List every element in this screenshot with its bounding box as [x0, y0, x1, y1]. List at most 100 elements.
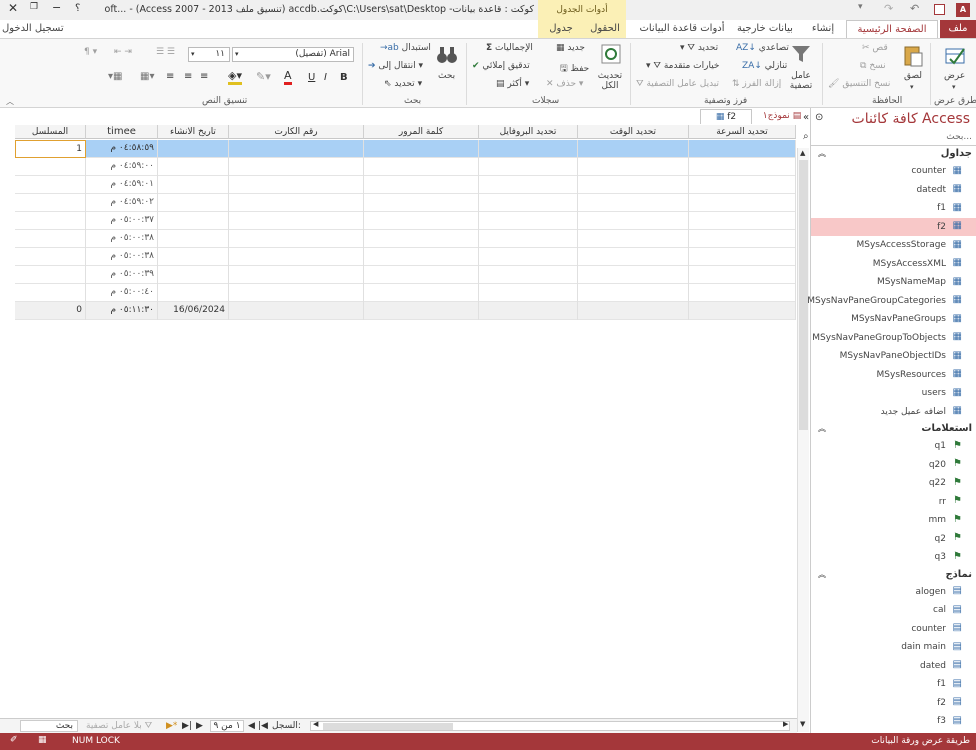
nav-item[interactable]: counter ▤ [911, 620, 962, 638]
cell-empty[interactable] [578, 302, 689, 320]
cell-date[interactable] [158, 248, 229, 266]
scroll-up-icon[interactable]: ▲ [800, 149, 805, 157]
cell-empty[interactable] [578, 140, 689, 158]
table-row[interactable]: ٠٥:٠٠:٣٧ م [0, 212, 796, 230]
italic-button[interactable]: I [324, 72, 327, 83]
cell-timee[interactable]: ٠٥:٠٠:٣٩ م [86, 266, 158, 284]
nav-item[interactable]: MSysNavPaneGroupToObjects ▦ [812, 329, 962, 347]
cell-empty[interactable] [479, 176, 578, 194]
column-header[interactable]: تحديد السرعة [689, 125, 796, 139]
cell-empty[interactable] [364, 302, 479, 320]
cell-serial[interactable] [15, 194, 86, 212]
table-row[interactable]: ٠٥:٠٠:٣٩ م [0, 266, 796, 284]
underline-button[interactable]: U [308, 72, 315, 83]
alternate-row-icon[interactable]: ▦▾ [140, 71, 154, 82]
cell-empty[interactable] [364, 140, 479, 158]
table-row[interactable]: 1 ٠٤:٥٨:٥٩ م [0, 140, 796, 158]
nav-item[interactable]: cal ▤ [933, 601, 962, 619]
cell-date[interactable] [158, 140, 229, 158]
nav-item[interactable]: MSysAccessXML ▦ [873, 255, 962, 273]
nav-item[interactable]: mm ⚑ [928, 511, 962, 529]
nav-item[interactable]: alogen ▤ [916, 583, 962, 601]
column-header[interactable]: تحديد الوقت [578, 125, 689, 139]
cell-empty[interactable] [689, 266, 796, 284]
next-record-icon[interactable]: ▶ [196, 721, 203, 731]
column-header[interactable]: تاريخ الانشاء [158, 125, 229, 139]
cell-serial[interactable] [15, 230, 86, 248]
cell-empty[interactable] [689, 140, 796, 158]
cell-empty[interactable] [364, 266, 479, 284]
scroll-right-icon[interactable]: ▶ [783, 720, 788, 728]
refresh-all-button[interactable]: تحديث الكل [594, 43, 626, 91]
cell-empty[interactable] [578, 266, 689, 284]
select-button[interactable]: ▾ تحديد ⇖ [384, 79, 422, 89]
tab-external-data[interactable]: بيانات خارجية [732, 20, 798, 38]
cell-date[interactable] [158, 212, 229, 230]
align-right-icon[interactable]: ≡ [200, 71, 208, 82]
cell-serial[interactable] [15, 248, 86, 266]
cell-empty[interactable] [364, 212, 479, 230]
nav-item[interactable]: اضافه عميل جديد ▦ [881, 403, 962, 421]
delete-record-button[interactable]: ▾ حذف ✕ [546, 79, 583, 89]
spelling-button[interactable]: تدقيق إملائي ✔ [472, 61, 530, 71]
nav-item[interactable]: MSysNavPaneGroupCategories ▦ [807, 292, 962, 310]
nav-item[interactable]: q20 ⚑ [929, 456, 962, 474]
align-center-icon[interactable]: ≡ [184, 71, 192, 82]
font-select[interactable]: (تفصيل) Arial ▾ [232, 47, 354, 62]
cell-timee[interactable]: ٠٥:١١:٣٠ م [86, 302, 158, 320]
help-button[interactable]: ؟ [75, 3, 80, 14]
table-row[interactable]: ٠٥:٠٠:٣٨ م [0, 248, 796, 266]
datasheet-view-icon[interactable]: ▦ [38, 735, 47, 745]
tab-database-tools[interactable]: أدوات قاعدة البيانات [636, 20, 728, 38]
table-row[interactable]: ٠٥:٠٠:٤٠ م [0, 284, 796, 302]
cell-timee[interactable]: ٠٤:٥٩:٠٢ م [86, 194, 158, 212]
cell-empty[interactable] [364, 284, 479, 302]
tab-fields[interactable]: الحقول [584, 20, 626, 38]
cell-date[interactable] [158, 230, 229, 248]
toggle-filter-button[interactable]: تبديل عامل التصفية ⛛ [636, 79, 719, 89]
cell-empty[interactable] [689, 302, 796, 320]
filter-button[interactable]: عامل تصفية [784, 43, 818, 91]
sort-descending-button[interactable]: تنازلي ↓ZA [742, 61, 787, 71]
horizontal-scrollbar[interactable]: ▶ ◀ [310, 720, 790, 731]
cell-empty[interactable] [229, 212, 364, 230]
cell-empty[interactable] [689, 194, 796, 212]
prev-record-icon[interactable]: ◀ [248, 721, 255, 731]
close-button[interactable]: ✕ [8, 1, 18, 15]
view-button[interactable]: عرض ▾ [940, 43, 972, 91]
save-icon[interactable] [934, 4, 945, 15]
cell-empty[interactable] [229, 140, 364, 158]
nav-item[interactable]: q1 ⚑ [935, 437, 962, 455]
tab-create[interactable]: إنشاء [802, 20, 844, 38]
nav-item[interactable]: users ▦ [922, 384, 962, 402]
cell-empty[interactable] [364, 176, 479, 194]
align-left-icon[interactable]: ≡ [166, 71, 174, 82]
goto-button[interactable]: ▾ انتقال إلى ➔ [368, 61, 423, 71]
cell-serial[interactable] [15, 266, 86, 284]
tab-file[interactable]: ملف [940, 20, 976, 38]
cell-serial[interactable] [15, 158, 86, 176]
cell-empty[interactable] [364, 230, 479, 248]
fill-color-icon[interactable]: ◈▾ [228, 70, 242, 85]
minimize-button[interactable]: − [52, 1, 61, 14]
nav-item[interactable]: dain main ▤ [901, 638, 962, 656]
cell-empty[interactable] [689, 284, 796, 302]
cell-empty[interactable] [229, 194, 364, 212]
last-record-icon[interactable]: ▶| [182, 721, 192, 731]
cell-empty[interactable] [479, 212, 578, 230]
table-row[interactable]: ٠٤:٥٩:٠٠ م [0, 158, 796, 176]
scroll-down-icon[interactable]: ▼ [800, 720, 805, 728]
font-color-button[interactable]: A [284, 70, 292, 85]
nav-search-field[interactable]: بحث... ⌕ [803, 131, 976, 146]
cell-empty[interactable] [364, 158, 479, 176]
table-row[interactable]: *0٠٥:١١:٣٠ م16/06/2024 [0, 302, 796, 320]
cell-empty[interactable] [229, 284, 364, 302]
advanced-button[interactable]: خيارات متقدمة ⛛ ▾ [646, 61, 720, 71]
nav-section-header[interactable]: استعلامات ︽ [812, 421, 972, 437]
cell-empty[interactable] [229, 230, 364, 248]
cell-date[interactable] [158, 266, 229, 284]
nav-item[interactable]: f2 ▦ [811, 217, 976, 236]
cell-serial[interactable] [15, 212, 86, 230]
copy-button[interactable]: نسخ ⧉ [860, 61, 886, 71]
cell-empty[interactable] [229, 176, 364, 194]
